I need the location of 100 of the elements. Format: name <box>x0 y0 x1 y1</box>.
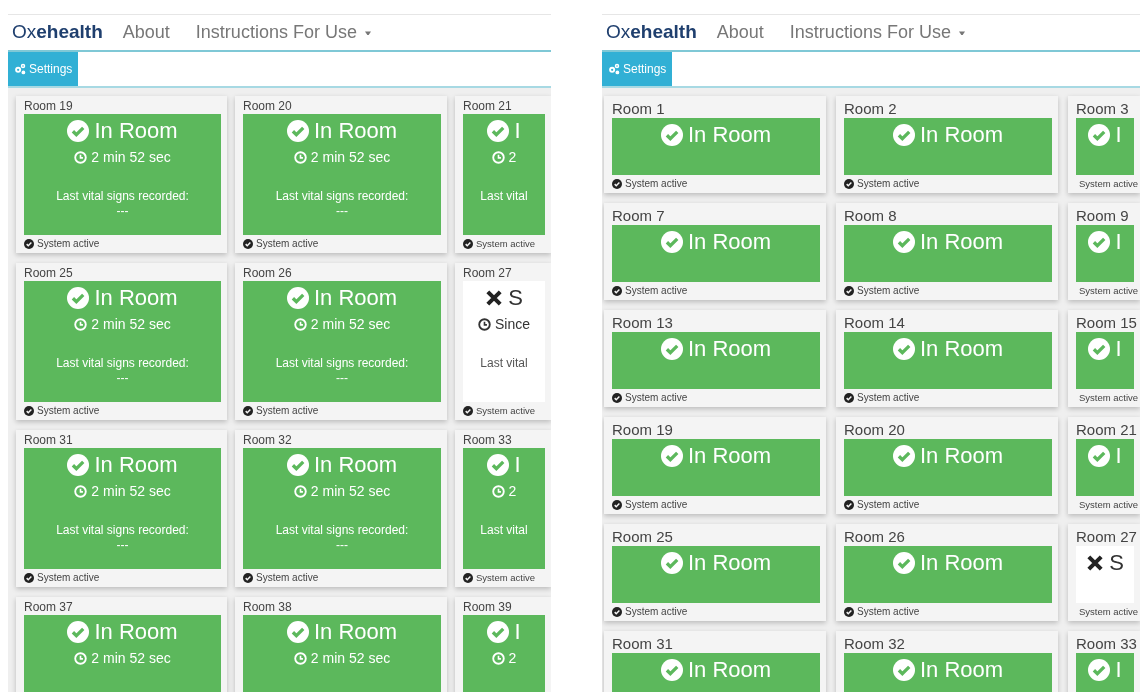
room-card[interactable]: Room 37 In Room 2 min 52 sec <box>16 597 227 692</box>
nav-link[interactable]: About <box>122 19 170 46</box>
vitals-value: --- <box>116 371 129 385</box>
elapsed-time: 2 min 52 sec <box>91 315 171 334</box>
room-name: Room 27 <box>1076 527 1134 546</box>
clock-icon <box>491 651 505 665</box>
status-text: I <box>1115 656 1122 684</box>
check-circle-icon <box>487 120 510 142</box>
check-circle-icon <box>1088 124 1111 146</box>
system-status: System active <box>37 237 100 250</box>
room-card[interactable]: Room 20 In Room 2 min 52 sec Last vital signs recorded: --- System active <box>235 96 447 253</box>
status-text: In Room <box>687 442 772 470</box>
room-name: Room 32 <box>844 634 906 653</box>
system-status: System active <box>1079 498 1139 511</box>
status-text: In Room <box>313 618 398 646</box>
room-card[interactable]: Room 15 I System active <box>1068 310 1140 407</box>
check-circle-icon <box>286 120 309 142</box>
room-card[interactable]: Room 2 In Room System active <box>836 96 1058 193</box>
check-circle-icon <box>24 572 34 583</box>
room-card[interactable]: Room 26 In Room 2 min 52 sec Last vital signs recorded: --- System active <box>235 263 447 420</box>
room-card[interactable]: Room 21 I System active <box>1068 417 1140 514</box>
brand-logo[interactable]: Oxehealth <box>606 18 697 47</box>
room-card[interactable]: Room 19 In Room System active <box>604 417 826 514</box>
room-card[interactable]: Room 25 In Room System active <box>604 524 826 621</box>
check-circle-icon <box>612 285 622 296</box>
room-card[interactable]: Room 27 S Since Last vital System active <box>455 263 551 420</box>
room-card[interactable]: Room 13 In Room System active <box>604 310 826 407</box>
check-circle-icon <box>24 238 34 249</box>
room-name: Room 38 <box>243 600 293 615</box>
room-card[interactable]: Room 39 I 2 <box>455 597 551 692</box>
system-status: System active <box>625 605 688 618</box>
elapsed-time: Since <box>495 315 530 334</box>
vitals-label: Last vital signs recorded: <box>275 189 409 204</box>
room-name: Room 25 <box>612 527 674 546</box>
room-card[interactable]: Room 32 In Room <box>836 631 1058 692</box>
vitals-value: --- <box>116 204 129 218</box>
status-text: In Room <box>919 121 1004 149</box>
room-card[interactable]: Room 27 S System active <box>1068 524 1140 621</box>
nav-link[interactable]: Instructions For Use <box>195 19 372 46</box>
system-status: System active <box>476 404 536 417</box>
room-card[interactable]: Room 9 I System active <box>1068 203 1140 300</box>
room-card[interactable]: Room 33 I <box>1068 631 1140 692</box>
room-name: Room 32 <box>243 433 293 448</box>
clock-icon <box>293 484 307 498</box>
brand-logo[interactable]: Oxehealth <box>12 18 103 47</box>
room-card[interactable]: Room 20 In Room System active <box>836 417 1058 514</box>
check-circle-icon <box>67 454 90 476</box>
room-card[interactable]: Room 1 In Room System active <box>604 96 826 193</box>
elapsed-time: 2 min 52 sec <box>91 148 171 167</box>
system-status: System active <box>857 605 920 618</box>
check-circle-icon <box>1088 659 1111 681</box>
system-status: System active <box>857 177 920 190</box>
room-name: Room 14 <box>844 313 906 332</box>
check-circle-icon <box>660 659 683 681</box>
room-card[interactable]: Room 21 I 2 Last vital System active <box>455 96 551 253</box>
check-circle-icon <box>67 621 90 643</box>
room-card[interactable]: Room 14 In Room System active <box>836 310 1058 407</box>
room-card[interactable]: Room 26 In Room System active <box>836 524 1058 621</box>
room-card[interactable]: Room 38 In Room 2 min 52 sec <box>235 597 447 692</box>
clock-icon <box>293 317 307 331</box>
system-status: System active <box>1079 177 1139 190</box>
status-text: In Room <box>687 549 772 577</box>
status-text: In Room <box>687 121 772 149</box>
room-card[interactable]: Room 31 In Room 2 min 52 sec Last vital signs recorded: --- System active <box>16 430 227 587</box>
room-card[interactable]: Room 33 I 2 Last vital System active <box>455 430 551 587</box>
system-status: System active <box>857 284 920 297</box>
room-name: Room 21 <box>1076 420 1134 439</box>
check-circle-icon <box>844 285 854 296</box>
room-card[interactable]: Room 3 I System active <box>1068 96 1140 193</box>
vitals-label: Last vital signs recorded: <box>56 523 189 538</box>
system-status: System active <box>625 284 688 297</box>
status-text: In Room <box>919 442 1004 470</box>
check-circle-icon <box>487 621 510 643</box>
check-circle-icon <box>67 287 90 309</box>
room-card[interactable]: Room 32 In Room 2 min 52 sec Last vital signs recorded: --- System active <box>235 430 447 587</box>
caret-icon <box>957 30 966 35</box>
check-circle-icon <box>286 621 309 643</box>
room-card[interactable]: Room 7 In Room System active <box>604 203 826 300</box>
vitals-value: --- <box>336 538 348 552</box>
clock-icon <box>74 317 88 331</box>
status-text: I <box>1115 228 1122 256</box>
status-text: In Room <box>687 228 772 256</box>
room-name: Room 26 <box>243 266 293 281</box>
vitals-label: Last vital signs recorded: <box>56 189 189 204</box>
system-status: System active <box>476 237 536 250</box>
status-text: S <box>508 284 523 312</box>
vitals-label: Last vital signs recorded: <box>275 523 409 538</box>
check-circle-icon <box>612 392 622 403</box>
vitals-label: Last vital <box>480 523 528 538</box>
room-card[interactable]: Room 8 In Room System active <box>836 203 1058 300</box>
status-text: In Room <box>919 335 1004 363</box>
room-name: Room 2 <box>844 99 898 118</box>
room-card[interactable]: Room 31 In Room <box>604 631 826 692</box>
elapsed-time: 2 min 52 sec <box>91 482 171 501</box>
room-card[interactable]: Room 19 In Room 2 min 52 sec Last vital signs recorded: --- System active <box>16 96 227 253</box>
nav-link[interactable]: About <box>716 19 764 46</box>
system-status: System active <box>857 391 920 404</box>
nav-link[interactable]: Instructions For Use <box>789 19 966 46</box>
room-card[interactable]: Room 25 In Room 2 min 52 sec Last vital signs recorded: --- System active <box>16 263 227 420</box>
elapsed-time: 2 min 52 sec <box>310 148 391 167</box>
